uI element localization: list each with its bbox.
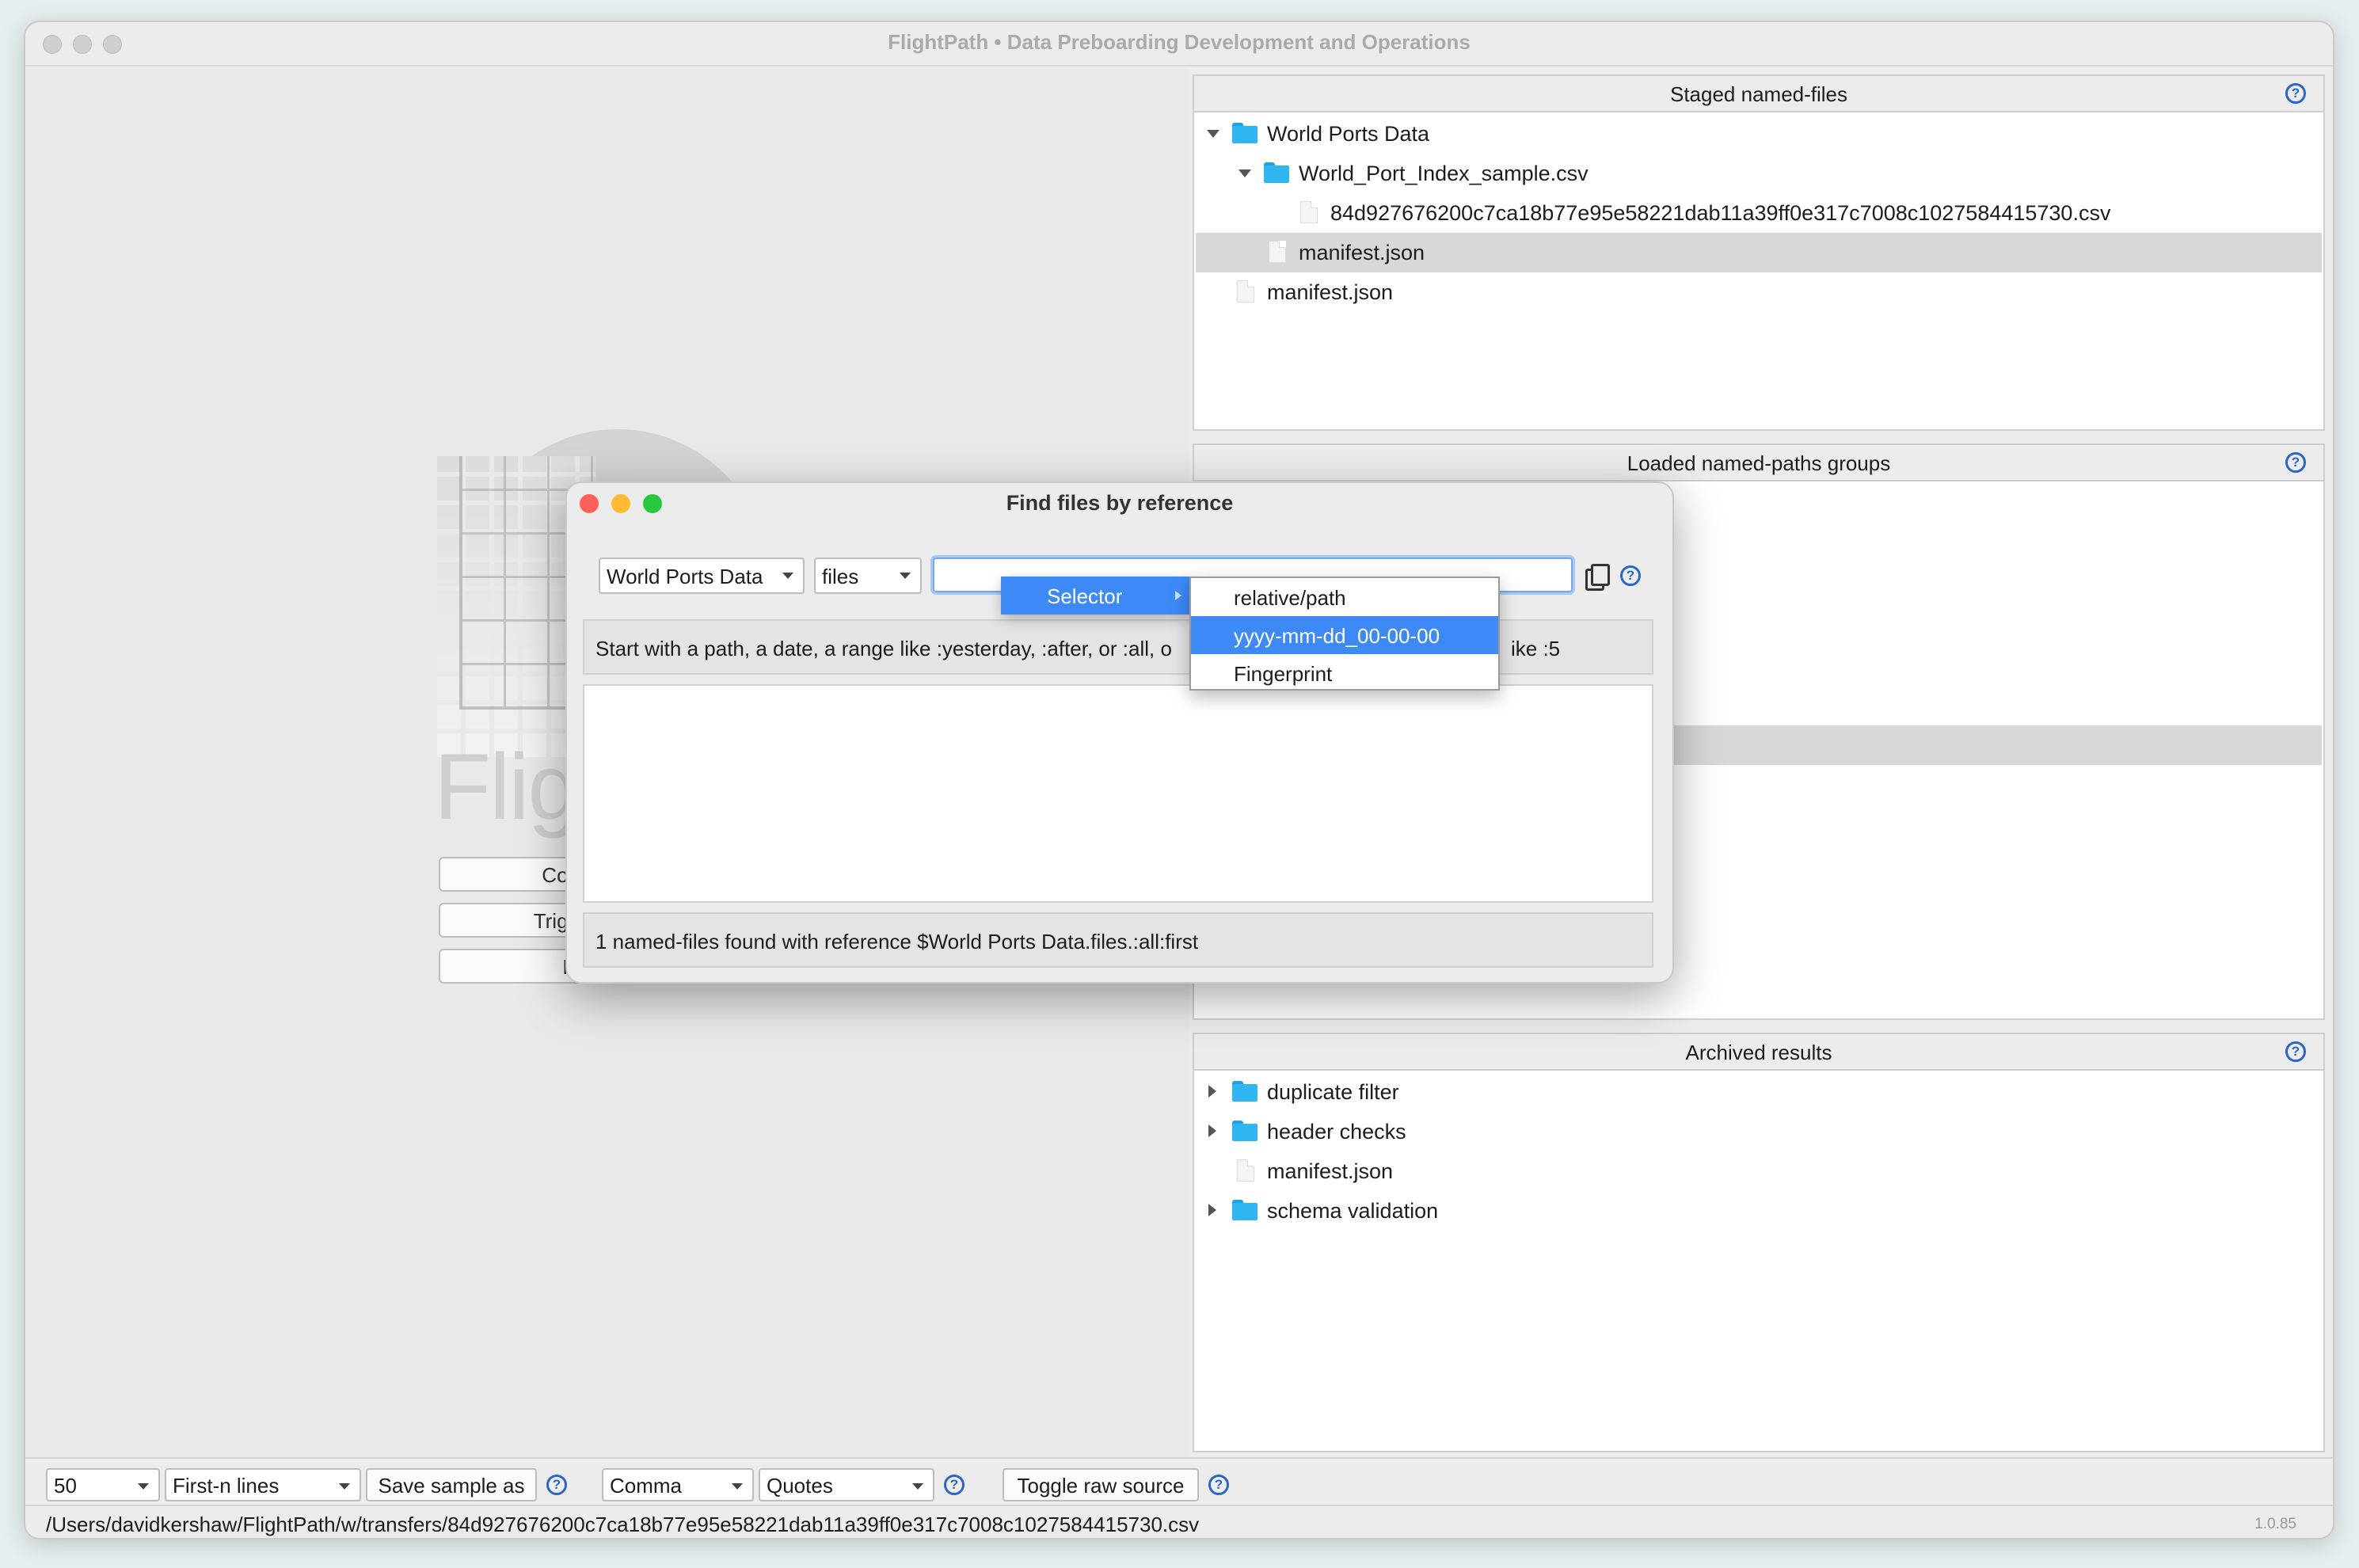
version-label: 1.0.85: [2254, 1516, 2296, 1532]
kind-select[interactable]: files: [814, 558, 922, 594]
found-status: 1 named-files found with reference $Worl…: [583, 912, 1653, 968]
tree-row[interactable]: duplicate filter: [1196, 1072, 2322, 1112]
toggle-raw-source-button[interactable]: Toggle raw source: [1003, 1468, 1199, 1501]
status-path: /Users/davidkershaw/FlightPath/w/transfe…: [46, 1513, 1200, 1536]
hint-text-tail: ike :5: [1511, 637, 1561, 660]
kind-value: files: [822, 565, 859, 588]
chevron-down-icon[interactable]: [1238, 169, 1251, 177]
folder-icon: [1232, 123, 1257, 143]
tree-row-label: World_Port_Index_sample.csv: [1299, 162, 1589, 185]
dialog-title: Find files by reference: [1006, 491, 1234, 515]
tree-row-label: duplicate filter: [1267, 1080, 1399, 1104]
chevron-down-icon: [900, 573, 911, 579]
logo-text: Flig: [434, 735, 580, 839]
tree-row[interactable]: 84d927676200c7ca18b77e95e58221dab11a39ff…: [1196, 193, 2322, 233]
tree-row-label: header checks: [1267, 1120, 1406, 1144]
quotechar-value: Quotes: [767, 1474, 833, 1498]
tree-row[interactable]: World_Port_Index_sample.csv: [1196, 154, 2322, 193]
menu-item-date[interactable]: yyyy-mm-dd_00-00-00: [1191, 616, 1498, 654]
menu-item-label: Selector: [1047, 584, 1123, 608]
tree-row[interactable]: manifest.json: [1196, 272, 2322, 312]
help-icon[interactable]: ?: [944, 1475, 965, 1495]
results-area[interactable]: [583, 684, 1653, 903]
archived-results-panel: Archived results ? duplicate filter head…: [1193, 1033, 2325, 1452]
sample-toolbar: 50 First-n lines Save sample as ? Comma …: [25, 1457, 2333, 1505]
staged-files-header: Staged named-files: [1194, 76, 2323, 112]
folder-icon: [1232, 1200, 1257, 1220]
help-icon[interactable]: ?: [1620, 565, 1641, 586]
tree-row-label: schema validation: [1267, 1199, 1439, 1223]
named-file-value: World Ports Data: [607, 565, 763, 588]
help-icon[interactable]: ?: [546, 1475, 567, 1495]
staged-files-panel: Staged named-files ? World Ports Data Wo…: [1193, 74, 2325, 431]
folder-icon: [1264, 162, 1289, 183]
tree-row[interactable]: schema validation: [1196, 1191, 2322, 1231]
help-icon[interactable]: ?: [1208, 1475, 1229, 1495]
delimiter-select[interactable]: Comma: [602, 1468, 754, 1501]
chevron-down-icon[interactable]: [1207, 130, 1219, 138]
file-icon: [1300, 201, 1318, 223]
chevron-down-icon: [339, 1483, 350, 1490]
tree-row-label: World Ports Data: [1267, 122, 1430, 146]
save-sample-button[interactable]: Save sample as: [366, 1468, 537, 1501]
chevron-down-icon: [912, 1483, 923, 1490]
menu-item-relative-path[interactable]: relative/path: [1191, 578, 1498, 616]
named-file-select[interactable]: World Ports Data: [599, 558, 805, 594]
tree-row[interactable]: manifest.json: [1196, 1151, 2322, 1191]
hint-text: Start with a path, a date, a range like …: [595, 637, 1172, 660]
folder-icon: [1232, 1081, 1257, 1102]
tree-row-label: manifest.json: [1267, 1159, 1394, 1183]
tree-row[interactable]: World Ports Data: [1196, 114, 2322, 154]
archived-results-header: Archived results: [1194, 1034, 2323, 1071]
tree-row-label: 84d927676200c7ca18b77e95e58221dab11a39ff…: [1330, 201, 2111, 225]
copy-icon[interactable]: [1585, 564, 1610, 591]
menu-item-fingerprint[interactable]: Fingerprint: [1191, 654, 1498, 692]
chevron-down-icon: [732, 1483, 743, 1490]
tree-row-label: manifest.json: [1299, 241, 1425, 265]
chevron-down-icon: [782, 573, 793, 579]
tree-row-label: manifest.json: [1267, 280, 1394, 304]
chevron-right-icon[interactable]: [1208, 1125, 1216, 1137]
tree-row[interactable]: header checks: [1196, 1112, 2322, 1151]
delimiter-value: Comma: [610, 1474, 683, 1498]
chevron-right-icon[interactable]: [1208, 1085, 1216, 1098]
help-icon[interactable]: ?: [2285, 452, 2306, 473]
folder-icon: [1232, 1121, 1257, 1141]
file-icon: [1237, 280, 1254, 303]
chevron-right-icon: [1175, 591, 1181, 600]
sample-mode-value: First-n lines: [173, 1474, 280, 1498]
status-bar: /Users/davidkershaw/FlightPath/w/transfe…: [25, 1505, 2333, 1538]
chevron-right-icon[interactable]: [1208, 1204, 1216, 1216]
find-files-dialog: Find files by reference World Ports Data…: [565, 481, 1674, 984]
loaded-paths-header: Loaded named-paths groups: [1194, 445, 2323, 481]
file-icon: [1237, 1159, 1254, 1182]
window-title: FlightPath • Data Preboarding Developmen…: [888, 30, 1471, 54]
help-icon[interactable]: ?: [2285, 83, 2306, 104]
sample-size-select[interactable]: 50: [46, 1468, 160, 1501]
sample-size-value: 50: [54, 1474, 77, 1498]
help-icon[interactable]: ?: [2285, 1041, 2306, 1062]
tree-row-selected[interactable]: manifest.json: [1196, 233, 2322, 272]
sample-mode-select[interactable]: First-n lines: [165, 1468, 361, 1501]
menu-item-selector[interactable]: Selector: [1001, 577, 1191, 615]
chevron-down-icon: [138, 1483, 149, 1490]
selector-submenu: relative/path yyyy-mm-dd_00-00-00 Finger…: [1189, 577, 1500, 691]
file-icon: [1269, 241, 1286, 263]
title-bar: FlightPath • Data Preboarding Developmen…: [25, 22, 2333, 67]
quotechar-select[interactable]: Quotes: [759, 1468, 934, 1501]
